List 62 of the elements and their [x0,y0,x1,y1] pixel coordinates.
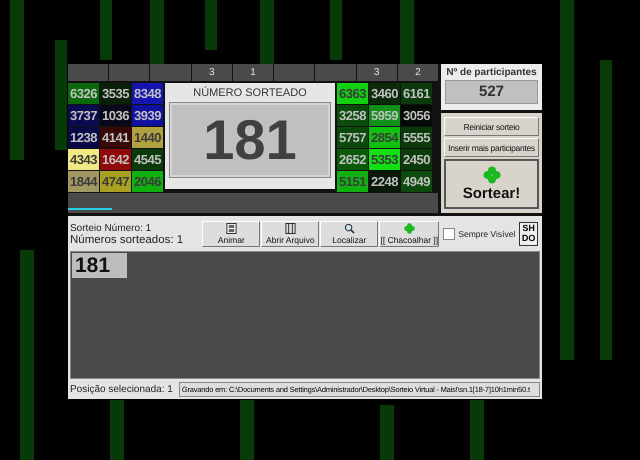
number-tile: 4141 [100,127,131,148]
number-tile: 5959 [369,105,400,126]
action-button[interactable]: Reiniciar sorteio [444,117,539,136]
number-tile: 2450 [401,149,432,170]
drawn-number: 181 [170,103,330,177]
panel-title: NÚMERO SORTEADO [193,87,307,99]
toolbar-button[interactable]: Animar [202,221,260,247]
logo: SH DO [519,222,538,246]
number-tile: 3460 [369,83,400,104]
film-icon [226,223,237,234]
number-tile: 4949 [401,171,432,192]
toolbar-button[interactable]: Abrir Arquivo [261,221,320,247]
action-button[interactable]: Inserir mais participantes [444,138,539,157]
number-tile: 5555 [401,127,432,148]
toolbar-button[interactable]: Localizar [320,221,378,247]
counter-cell: 2 [398,64,438,81]
number-tile: 1642 [100,149,131,170]
counter-cell: 3 [192,64,232,81]
counter-cell: 3 [356,64,397,81]
participants-count: 527 [445,80,538,104]
counter-cell: 1 [232,64,274,81]
number-tile: 2046 [132,171,163,192]
blank-cell [68,64,108,81]
number-tile: 5353 [369,149,400,170]
number-tile: 2652 [337,149,368,170]
number-tile: 3737 [68,105,99,126]
number-tile: 6363 [337,83,368,104]
search-icon [344,223,355,234]
number-tile: 3535 [100,83,131,104]
book-icon [284,223,296,234]
number-tile: 4747 [100,171,131,192]
number-tile: 1440 [132,127,163,148]
number-tile: 6326 [68,83,99,104]
number-tile: 4545 [132,149,163,170]
number-tile: 5151 [337,171,368,192]
number-tile: 1036 [100,105,131,126]
drawn-count-label: Números sorteados: 1 [70,234,184,246]
draw-number-label: Sorteio Número: 1 [70,222,152,234]
number-tile: 8348 [132,83,163,104]
number-tile: 2248 [369,171,400,192]
draw-button[interactable]: Sortear! [444,159,539,209]
clover-icon [404,223,415,234]
selected-position-label: Posição selecionada: 1 [70,384,173,394]
number-tile: 2854 [369,127,400,148]
number-tile: 1844 [68,171,99,192]
toolbar-button[interactable]: [[ Chacoalhar ]] [379,221,440,247]
number-tile: 4343 [68,149,99,170]
blank-cell [315,64,356,81]
clover-icon [482,166,500,184]
checkbox[interactable] [443,228,456,240]
number-tile: 3939 [132,105,163,126]
number-tile: 3056 [401,105,432,126]
number-tile: 6161 [401,83,432,104]
blank-cell [274,64,314,81]
blank-cell [150,64,191,81]
number-tile: 3258 [337,105,368,126]
list-item[interactable]: 181 [72,253,127,278]
blank-cell [109,64,150,81]
checkbox-label: Sempre Visível [458,229,516,239]
participants-label: Nº de participantes [446,67,537,78]
number-tile: 5757 [337,127,368,148]
number-tile: 1238 [68,127,99,148]
